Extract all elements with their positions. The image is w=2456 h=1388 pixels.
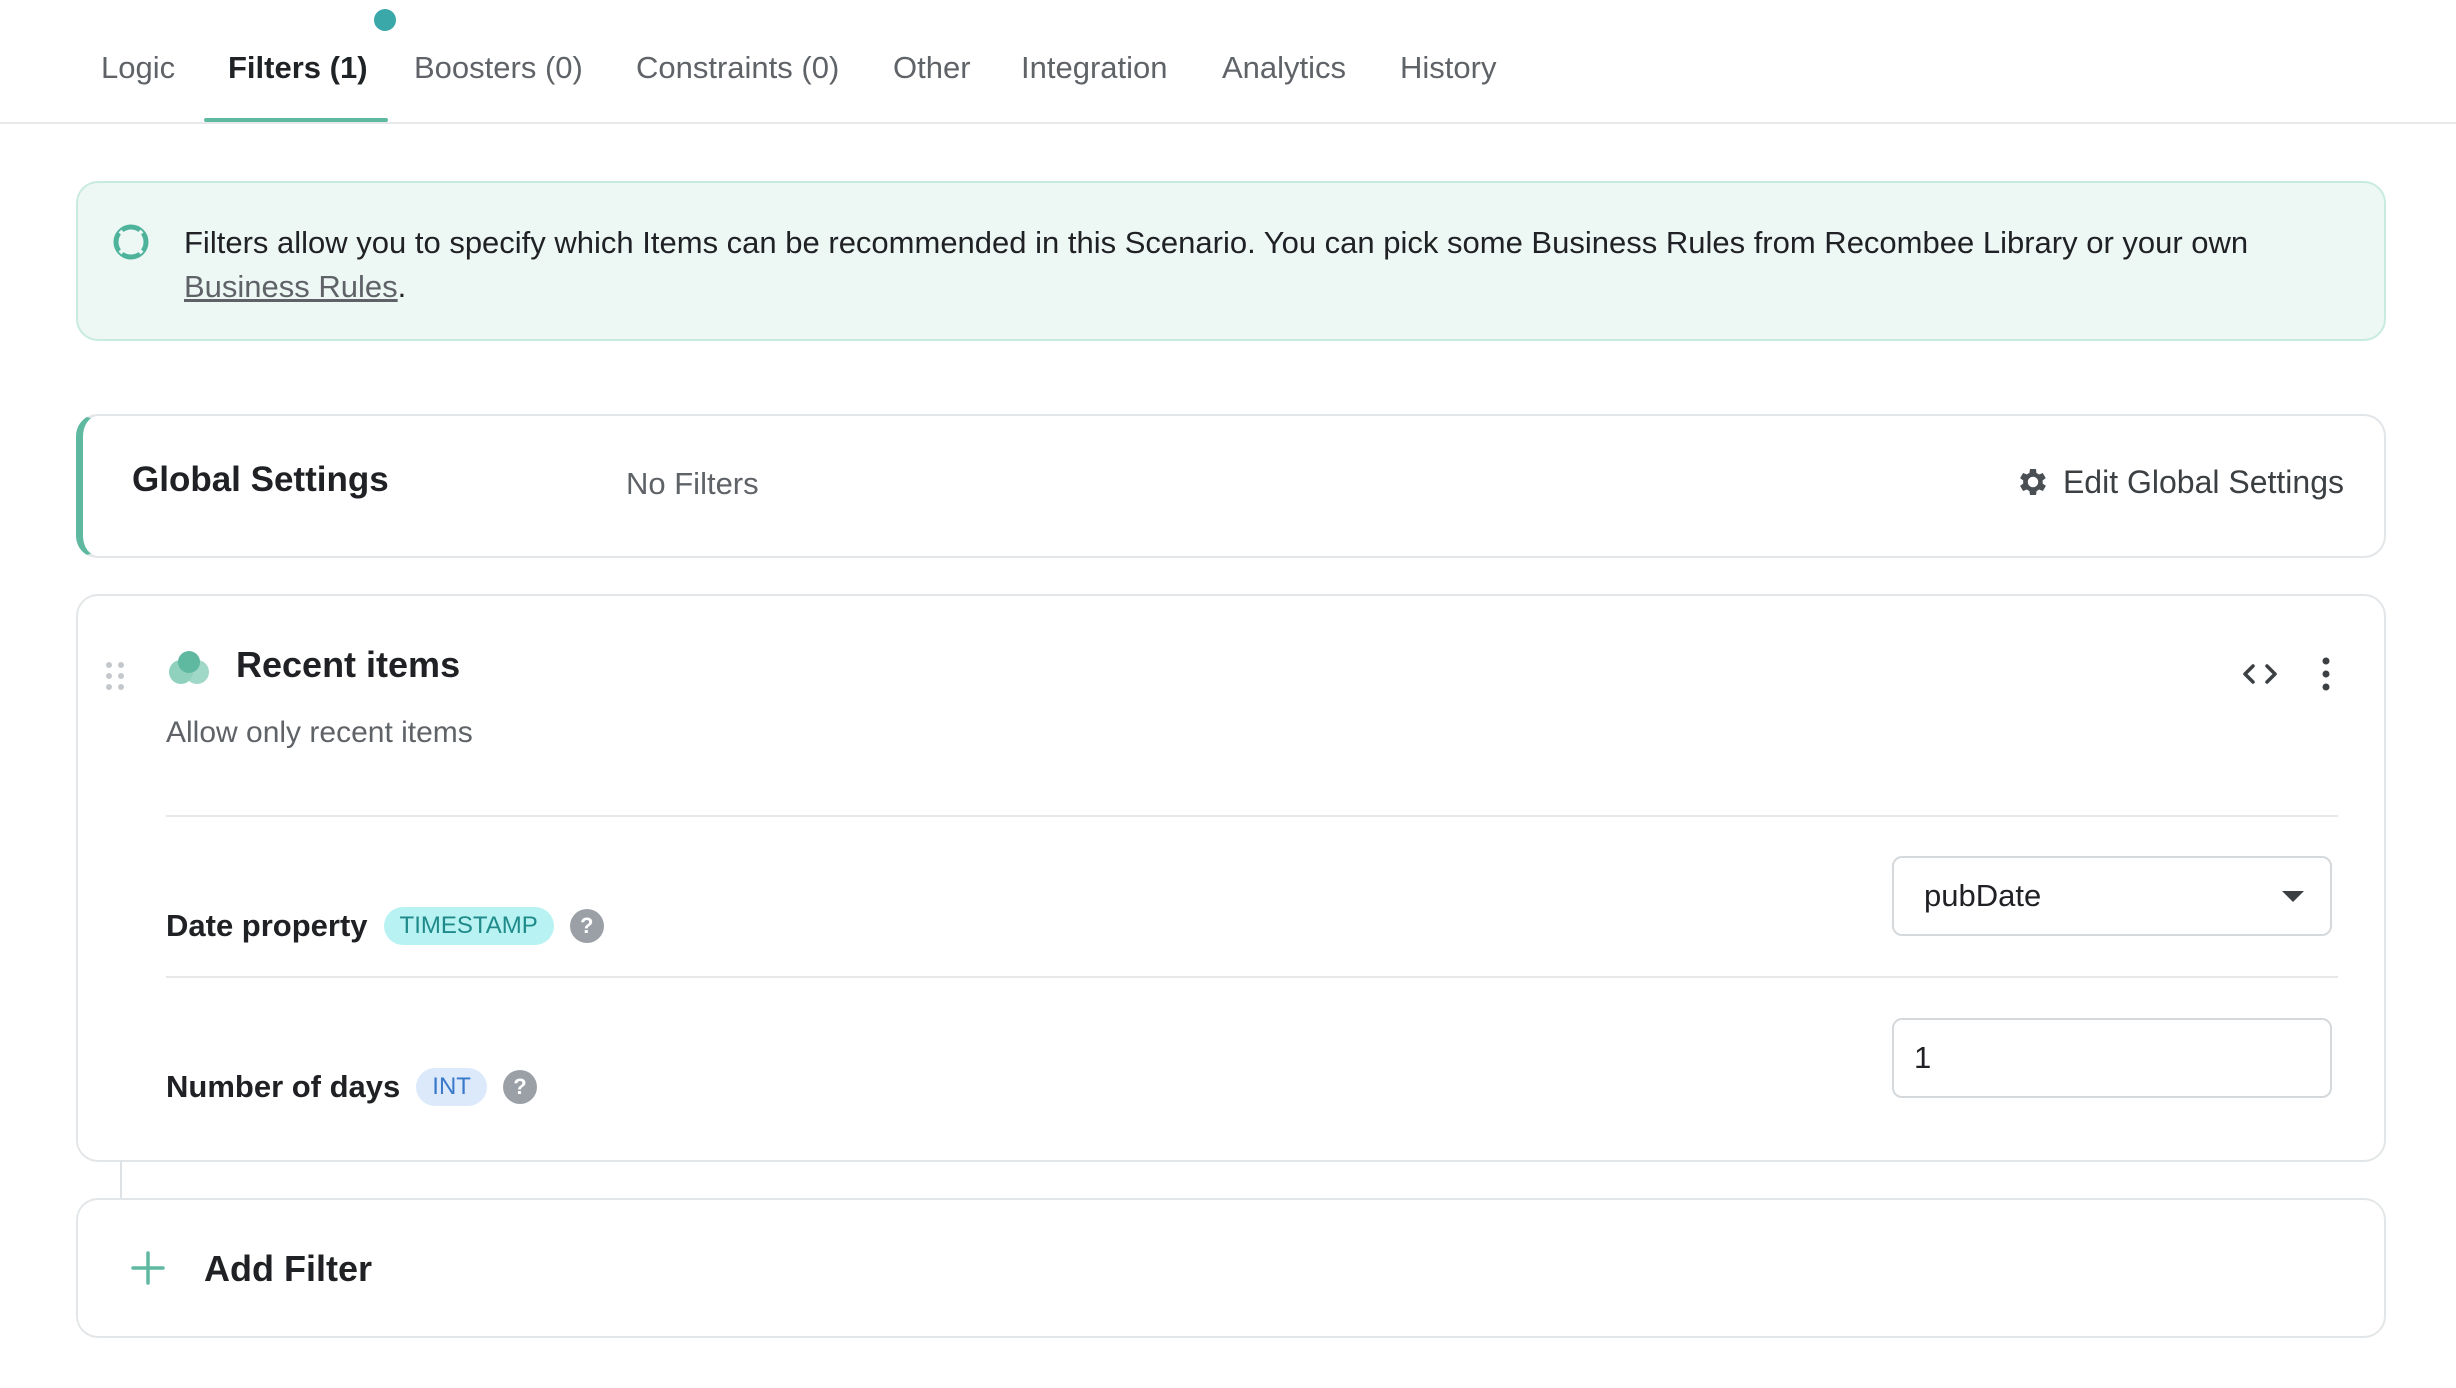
info-banner: Filters allow you to specify which Items… [76,181,2386,341]
param-label: Date property [166,908,368,943]
param-label: Number of days [166,1069,401,1104]
divider [166,815,2338,817]
add-filter-label: Add Filter [204,1248,372,1289]
tab-history[interactable]: History [1400,0,1496,122]
input-value: 1 [1914,1040,1932,1075]
tab-logic[interactable]: Logic [101,0,175,122]
active-tab-indicator [204,118,388,122]
filter-title: Recent items [236,644,461,685]
gear-icon [2020,468,2046,496]
global-settings-title: Global Settings [132,460,389,499]
business-rules-link[interactable]: Business Rules [184,269,398,304]
filter-description: Allow only recent items [166,716,473,749]
caret-down-icon [2282,891,2304,902]
drag-handle-icon[interactable] [103,660,127,692]
filter-card: Recent items Allow only recent items Dat… [76,594,2386,1162]
tab-bar: Logic Filters (1) Boosters (0) Constrain… [0,0,2456,124]
unsaved-changes-dot [374,9,396,31]
tab-integration[interactable]: Integration [1021,0,1168,122]
tab-constraints[interactable]: Constraints (0) [636,0,839,122]
tab-boosters[interactable]: Boosters (0) [414,0,583,122]
date-property-select[interactable]: pubDate [1892,856,2332,936]
divider [166,976,2338,978]
type-badge: TIMESTAMP [383,907,554,945]
banner-suffix: . [397,269,407,304]
global-settings-card: Global Settings No Filters Edit Global S… [76,414,2386,558]
banner-message: Filters allow you to specify which Items… [184,225,2249,260]
param-row-date-property: Date property TIMESTAMP ? [166,896,604,956]
more-options-icon[interactable] [2304,652,2348,696]
global-settings-status: No Filters [626,466,759,501]
edit-global-settings-button[interactable]: Edit Global Settings [2015,458,2344,506]
code-view-icon[interactable] [2238,652,2282,696]
lifebuoy-icon [113,224,149,260]
tab-other[interactable]: Other [893,0,971,122]
plus-icon [131,1251,165,1285]
edit-global-settings-label: Edit Global Settings [2062,463,2344,500]
filter-type-icon [169,651,209,684]
help-icon[interactable]: ? [502,1070,537,1104]
help-icon[interactable]: ? [569,909,604,943]
card-connector [120,1161,122,1199]
number-of-days-input[interactable]: 1 [1892,1018,2332,1098]
param-row-number-of-days: Number of days INT ? [166,1057,537,1117]
type-badge: INT [416,1068,487,1106]
tab-analytics[interactable]: Analytics [1222,0,1346,122]
add-filter-button[interactable]: Add Filter [76,1198,2386,1338]
tab-filters[interactable]: Filters (1) [228,0,368,122]
banner-text: Filters allow you to specify which Items… [184,221,2334,309]
select-value: pubDate [1924,878,2042,913]
